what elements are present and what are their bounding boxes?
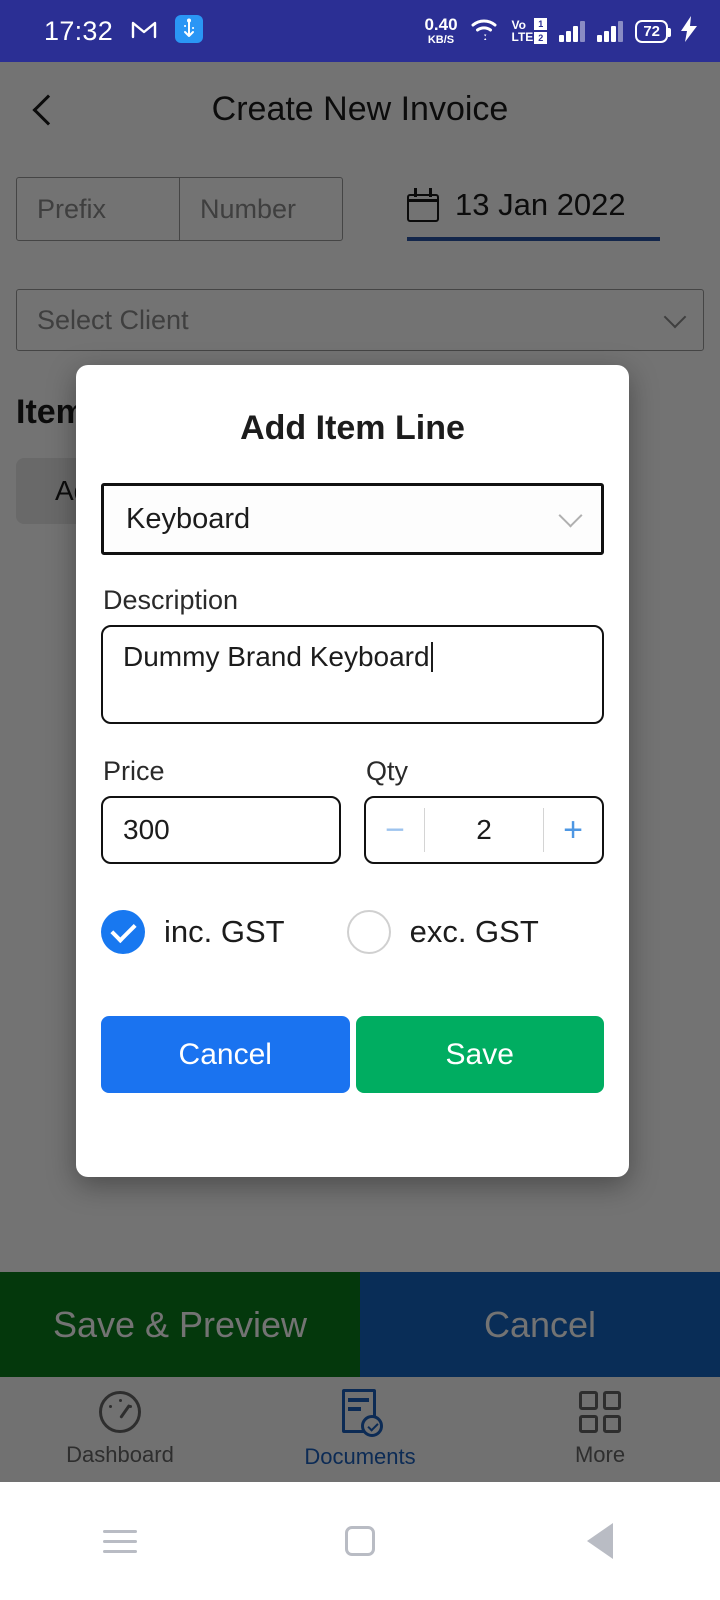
battery-indicator: 72: [635, 19, 671, 43]
quantity-stepper: − 2 +: [364, 796, 604, 864]
gst-inclusive-label: inc. GST: [164, 914, 285, 949]
dialog-title: Add Item Line: [240, 409, 465, 447]
status-bar: 17:32 0.40 KB/S Vo LTE 1 2 72: [0, 0, 720, 62]
android-home-button[interactable]: [240, 1526, 480, 1556]
chevron-down-icon: [558, 502, 583, 528]
gst-inclusive-option[interactable]: inc. GST: [101, 910, 285, 954]
network-speed-indicator: 0.40 KB/S: [424, 16, 457, 46]
sim1-badge: 1: [534, 18, 548, 30]
radio-unchecked-icon: [346, 910, 391, 954]
price-qty-row: Price 300 Qty − 2 +: [101, 756, 604, 864]
gst-exclusive-option[interactable]: exc. GST: [346, 910, 539, 954]
android-recents-button[interactable]: [0, 1529, 240, 1553]
hamburger-icon: [103, 1529, 137, 1553]
qty-increment-button[interactable]: +: [544, 811, 602, 850]
status-bar-left: 17:32: [44, 14, 204, 48]
sim2-badge: 2: [534, 32, 548, 44]
price-field: Price 300: [101, 756, 341, 864]
price-input[interactable]: 300: [101, 796, 341, 864]
item-select-value: Keyboard: [126, 502, 251, 535]
price-label: Price: [103, 756, 165, 786]
gmail-icon: [131, 19, 157, 44]
volte-bottom-text: LTE: [511, 30, 534, 44]
home-square-icon: [345, 1526, 375, 1556]
lightning-bolt-icon: [680, 15, 698, 47]
volte-icon: Vo LTE 1 2: [512, 18, 548, 44]
qty-field: Qty − 2 +: [364, 756, 604, 864]
usb-icon: [175, 14, 204, 48]
dialog-button-row: Cancel Save: [101, 1016, 604, 1093]
network-speed-unit: KB/S: [427, 34, 455, 46]
android-navigation-bar: [0, 1482, 720, 1600]
gst-option-row: inc. GST exc. GST: [101, 910, 604, 954]
signal-bars-sim1-icon: [559, 20, 586, 42]
app-screenshot: 17:32 0.40 KB/S Vo LTE 1 2 72 Add Item L…: [0, 0, 720, 1600]
gst-exclusive-label: exc. GST: [409, 914, 539, 949]
qty-value[interactable]: 2: [425, 814, 543, 846]
description-value: Dummy Brand Keyboard: [123, 641, 430, 672]
status-bar-right: 0.40 KB/S Vo LTE 1 2 72: [424, 15, 698, 47]
radio-checked-icon: [101, 910, 145, 954]
description-label: Description: [103, 585, 239, 615]
signal-bars-sim2-icon: [597, 20, 624, 42]
dialog-cancel-button[interactable]: Cancel: [101, 1016, 350, 1093]
qty-decrement-button[interactable]: −: [366, 811, 424, 850]
description-input[interactable]: Dummy Brand Keyboard: [101, 625, 604, 724]
status-clock: 17:32: [44, 15, 114, 46]
item-select-dropdown[interactable]: Keyboard: [101, 483, 604, 555]
wifi-icon: [470, 16, 500, 47]
text-caret: [430, 642, 433, 672]
qty-label: Qty: [366, 756, 409, 786]
dialog-save-button[interactable]: Save: [355, 1016, 604, 1093]
back-triangle-icon: [587, 1523, 613, 1559]
network-speed-value: 0.40: [424, 15, 458, 34]
add-item-line-dialog: Add Item Line Keyboard Description Dummy…: [76, 365, 629, 1177]
android-back-button[interactable]: [480, 1523, 720, 1559]
